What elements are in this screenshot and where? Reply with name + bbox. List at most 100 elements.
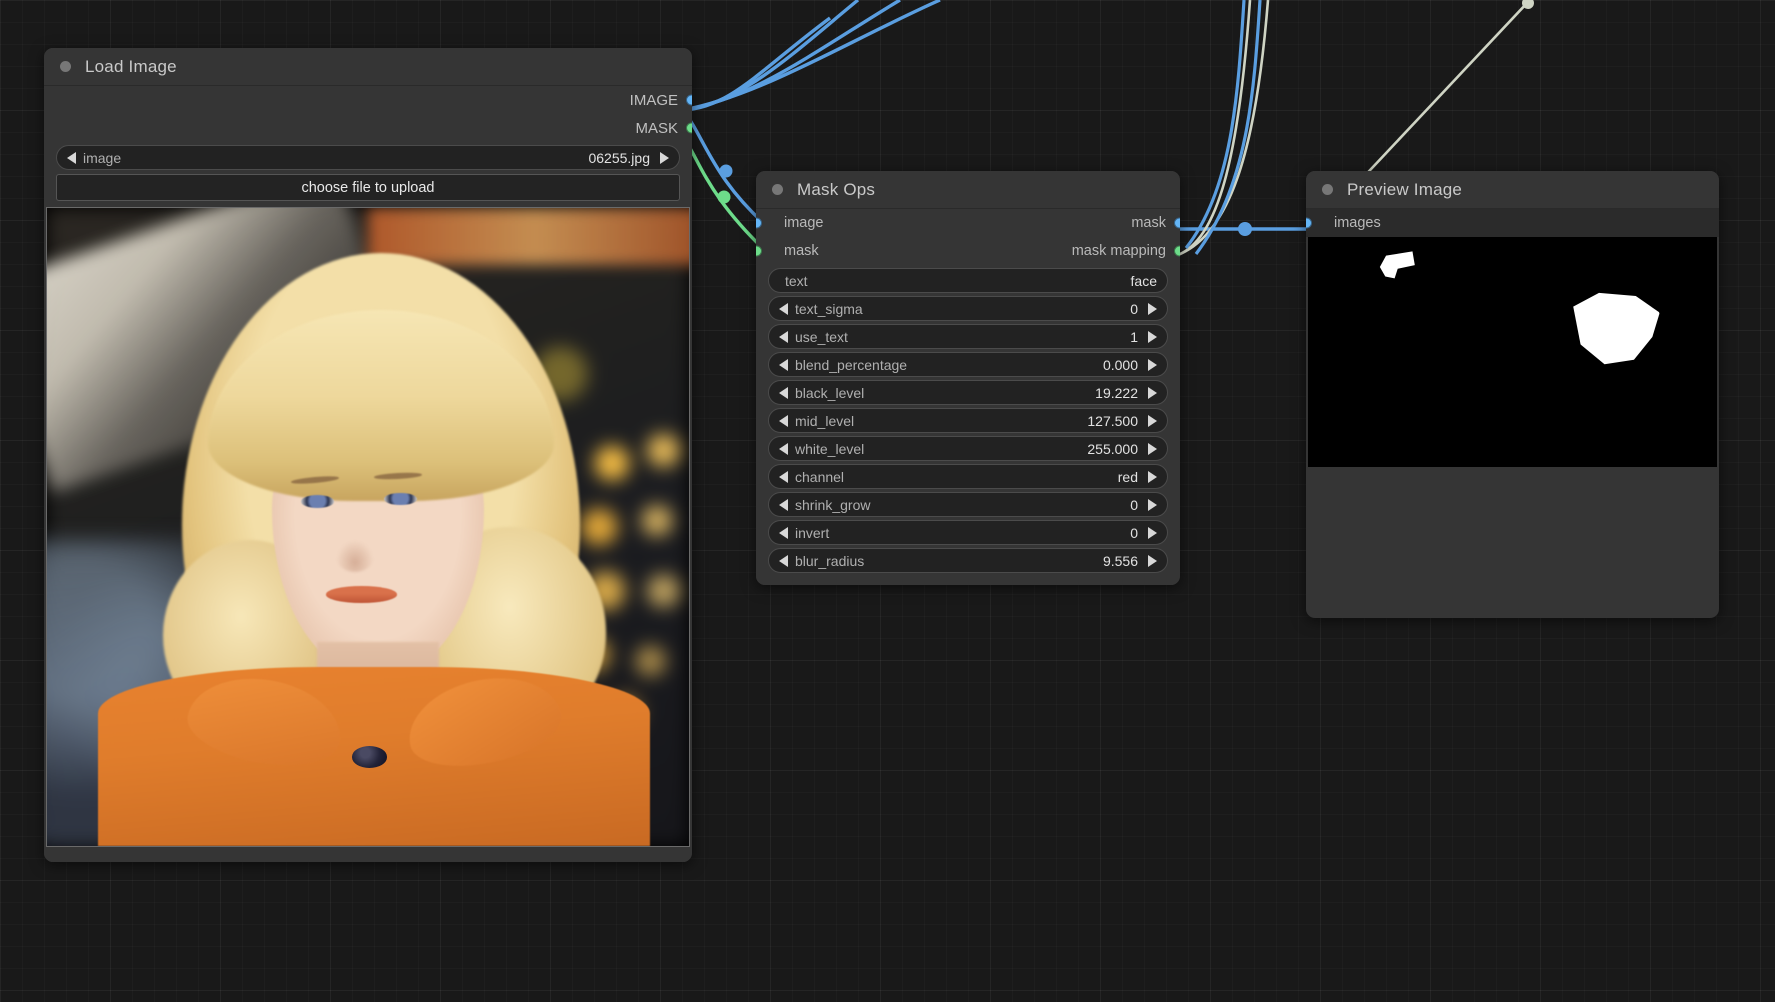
collapse-toggle-icon[interactable] (772, 184, 783, 195)
increment-arrow-icon[interactable] (1148, 414, 1157, 427)
slot-row-images[interactable]: images (1306, 209, 1719, 237)
load-image-preview[interactable] (46, 207, 690, 847)
input-port-images-dot[interactable] (1306, 217, 1312, 229)
input-slot-label: images (1334, 215, 1381, 231)
increment-arrow-icon[interactable] (1148, 498, 1157, 511)
output-slot-mask[interactable]: MASK (44, 114, 692, 142)
decrement-arrow-icon[interactable] (779, 302, 788, 315)
widget-label: invert (795, 524, 830, 541)
portrait-photo (47, 208, 689, 846)
photo-coat-button (351, 745, 388, 768)
output-slot-label: IMAGE (629, 91, 678, 109)
decrement-arrow-icon[interactable] (779, 554, 788, 567)
photo-lips (326, 586, 397, 603)
widget-value: 0 (1130, 524, 1138, 541)
widget-white-level[interactable]: white_level 255.000 (768, 436, 1168, 461)
input-slot-label: mask (784, 243, 819, 259)
widget-value: 0.000 (1102, 356, 1138, 373)
node-graph-canvas[interactable]: Load Image IMAGE MASK image 06255.jpg ch… (0, 0, 1775, 1002)
wire-blue-up-b (1194, 0, 1262, 255)
widget-blur-radius[interactable]: blur_radius 9.556 (768, 548, 1168, 573)
widget-black-level[interactable]: black_level 19.222 (768, 380, 1168, 405)
node-header-load-image[interactable]: Load Image (44, 48, 692, 86)
link-midpoint-dot-mask (717, 190, 731, 204)
mask-blob-small (1379, 251, 1415, 279)
widget-text-sigma[interactable]: text_sigma 0 (768, 296, 1168, 321)
wire-maskmapping-b (1171, 0, 1270, 259)
widget-blend-percentage[interactable]: blend_percentage 0.000 (768, 352, 1168, 377)
slot-row-image[interactable]: image mask (756, 209, 1180, 237)
photo-nose (335, 539, 375, 572)
increment-arrow-icon[interactable] (1148, 526, 1157, 539)
node-title: Preview Image (1347, 179, 1463, 199)
widget-value: 06255.jpg (588, 149, 650, 166)
decrement-arrow-icon[interactable] (779, 386, 788, 399)
output-port-image-dot[interactable] (686, 94, 692, 106)
widget-image[interactable]: image 06255.jpg (56, 145, 680, 170)
preview-image-mask-output[interactable] (1308, 237, 1717, 467)
increment-arrow-icon[interactable] (1148, 386, 1157, 399)
link-endpoint-dot-offscreen (1522, 0, 1534, 9)
widget-value: 0 (1130, 300, 1138, 317)
decrement-arrow-icon[interactable] (779, 526, 788, 539)
node-header-preview-image[interactable]: Preview Image (1306, 171, 1719, 209)
input-port-mask-dot[interactable] (756, 245, 762, 257)
widget-shrink-grow[interactable]: shrink_grow 0 (768, 492, 1168, 517)
increment-arrow-icon[interactable] (660, 151, 669, 164)
decrement-arrow-icon[interactable] (779, 414, 788, 427)
node-preview-image[interactable]: Preview Image images (1306, 171, 1719, 618)
node-header-mask-ops[interactable]: Mask Ops (756, 171, 1180, 209)
node-load-image[interactable]: Load Image IMAGE MASK image 06255.jpg ch… (44, 48, 692, 862)
widget-label: blur_radius (795, 552, 865, 569)
collapse-toggle-icon[interactable] (60, 61, 71, 72)
widget-label: text (785, 272, 808, 289)
output-slot-image[interactable]: IMAGE (44, 86, 692, 114)
wire-image-c (682, 0, 901, 112)
widget-label: mid_level (795, 412, 855, 429)
output-port-mask-dot[interactable] (1174, 217, 1180, 229)
wire-maskmapping-a (1171, 0, 1252, 259)
widget-mid-level[interactable]: mid_level 127.500 (768, 408, 1168, 433)
output-slot-label: MASK (635, 119, 678, 137)
choose-file-to-upload-button[interactable]: choose file to upload (56, 174, 680, 201)
decrement-arrow-icon[interactable] (779, 498, 788, 511)
widget-value: 0 (1130, 496, 1138, 513)
photo-eye-left (300, 495, 334, 508)
widget-value: red (1117, 468, 1138, 485)
slot-row-mask[interactable]: mask mask mapping (756, 237, 1180, 265)
collapse-toggle-icon[interactable] (1322, 184, 1333, 195)
node-title: Load Image (85, 56, 177, 76)
widget-invert[interactable]: invert 0 (768, 520, 1168, 545)
widget-use-text[interactable]: use_text 1 (768, 324, 1168, 349)
widget-text[interactable]: text face (768, 268, 1168, 293)
widget-channel[interactable]: channel red (768, 464, 1168, 489)
decrement-arrow-icon[interactable] (67, 151, 76, 164)
decrement-arrow-icon[interactable] (779, 330, 788, 343)
increment-arrow-icon[interactable] (1148, 302, 1157, 315)
decrement-arrow-icon[interactable] (779, 470, 788, 483)
increment-arrow-icon[interactable] (1148, 358, 1157, 371)
output-slot-label: mask (1131, 215, 1166, 231)
widget-value: 255.000 (1087, 440, 1138, 457)
increment-arrow-icon[interactable] (1148, 470, 1157, 483)
node-mask-ops[interactable]: Mask Ops image mask mask mask mapping te… (756, 171, 1180, 585)
increment-arrow-icon[interactable] (1148, 554, 1157, 567)
node-title: Mask Ops (797, 179, 876, 199)
increment-arrow-icon[interactable] (1148, 442, 1157, 455)
input-port-image-dot[interactable] (756, 217, 762, 229)
widget-value: face (1130, 272, 1157, 289)
link-midpoint-dot-preview (1238, 222, 1252, 236)
node-body-load-image: IMAGE MASK image 06255.jpg choose file t… (44, 86, 692, 862)
decrement-arrow-icon[interactable] (779, 442, 788, 455)
node-body-mask-ops: image mask mask mask mapping text face t… (756, 209, 1180, 585)
widget-label: white_level (795, 440, 865, 457)
output-port-mask-mapping-dot[interactable] (1174, 245, 1180, 257)
input-slot-label: image (784, 215, 824, 231)
wire-blue-up-a (1184, 0, 1246, 249)
wire-image-d (682, 0, 941, 112)
widget-label: black_level (795, 384, 865, 401)
decrement-arrow-icon[interactable] (779, 358, 788, 371)
output-port-mask-dot[interactable] (686, 122, 692, 134)
increment-arrow-icon[interactable] (1148, 330, 1157, 343)
widget-label: use_text (795, 328, 848, 345)
